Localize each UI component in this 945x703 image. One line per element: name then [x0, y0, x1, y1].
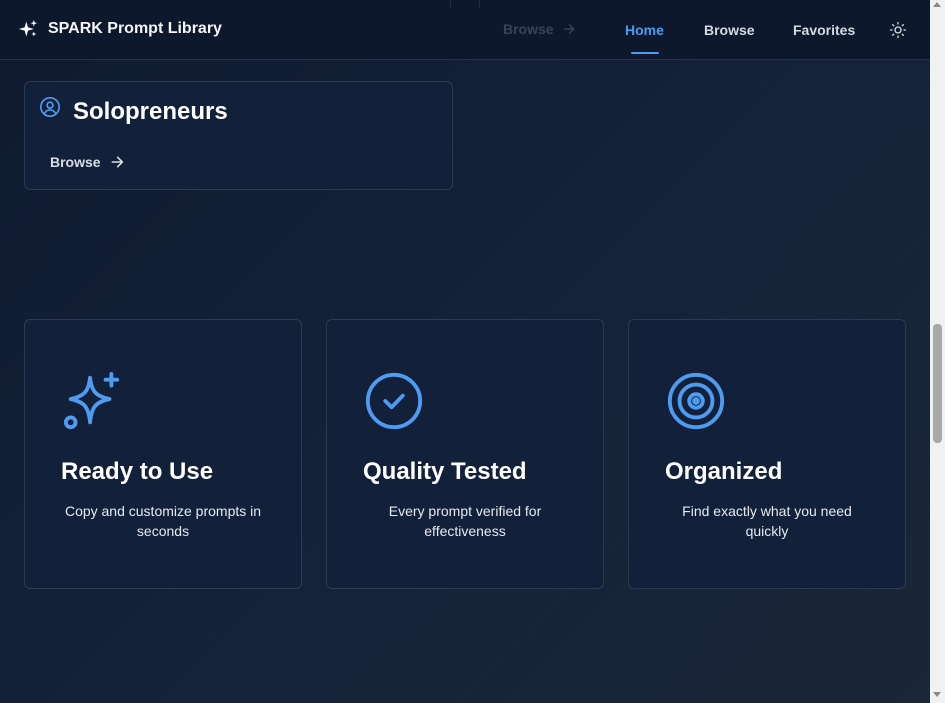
- arrow-right-icon: [111, 156, 123, 168]
- feature-card-quality-tested: Quality Tested Every prompt verified for…: [326, 319, 604, 589]
- arrow-right-icon: [563, 24, 574, 34]
- nav-home-link[interactable]: Home: [625, 22, 664, 38]
- nav-browse-link[interactable]: Browse: [704, 22, 755, 38]
- feature-description: Every prompt verified for effectiveness: [388, 503, 542, 539]
- sparkles-icon: [18, 19, 38, 37]
- category-browse-label: Browse: [50, 154, 101, 170]
- top-navbar: Browse SPARK Prompt Library Home Browse …: [0, 0, 930, 60]
- scroll-up-arrow-icon[interactable]: [933, 2, 941, 7]
- target-icon: [667, 372, 725, 430]
- background-browse-link: Browse: [503, 21, 576, 37]
- feature-title: Organized: [665, 458, 783, 485]
- app-title: SPARK Prompt Library: [48, 20, 222, 37]
- feature-card-ready-to-use: Ready to Use Copy and customize prompts …: [24, 319, 302, 589]
- active-tab-indicator: [631, 52, 659, 54]
- feature-card-organized: Organized Find exactly what you need qui…: [628, 319, 906, 589]
- user-circle-icon: [40, 97, 60, 117]
- feature-title: Ready to Use: [61, 458, 214, 485]
- sparkles-icon: [63, 371, 120, 430]
- background-card-edge: [450, 0, 480, 8]
- scroll-down-arrow-icon[interactable]: [933, 692, 941, 697]
- feature-title: Quality Tested: [363, 458, 527, 485]
- feature-description: Copy and customize prompts in seconds: [64, 503, 262, 539]
- scrollbar-thumb[interactable]: [933, 324, 942, 443]
- page-scrollbar[interactable]: [930, 0, 945, 703]
- category-browse-link[interactable]: Browse: [50, 154, 125, 170]
- category-card-solopreneurs[interactable]: Solopreneurs Browse: [24, 81, 453, 190]
- brand-home-link[interactable]: SPARK Prompt Library: [18, 19, 222, 39]
- nav-favorites-link[interactable]: Favorites: [793, 22, 855, 38]
- feature-description: Find exactly what you need quickly: [682, 503, 852, 539]
- check-circle-icon: [365, 372, 423, 430]
- sun-icon[interactable]: [889, 21, 907, 39]
- background-browse-label: Browse: [503, 21, 554, 37]
- category-title: Solopreneurs: [73, 98, 228, 125]
